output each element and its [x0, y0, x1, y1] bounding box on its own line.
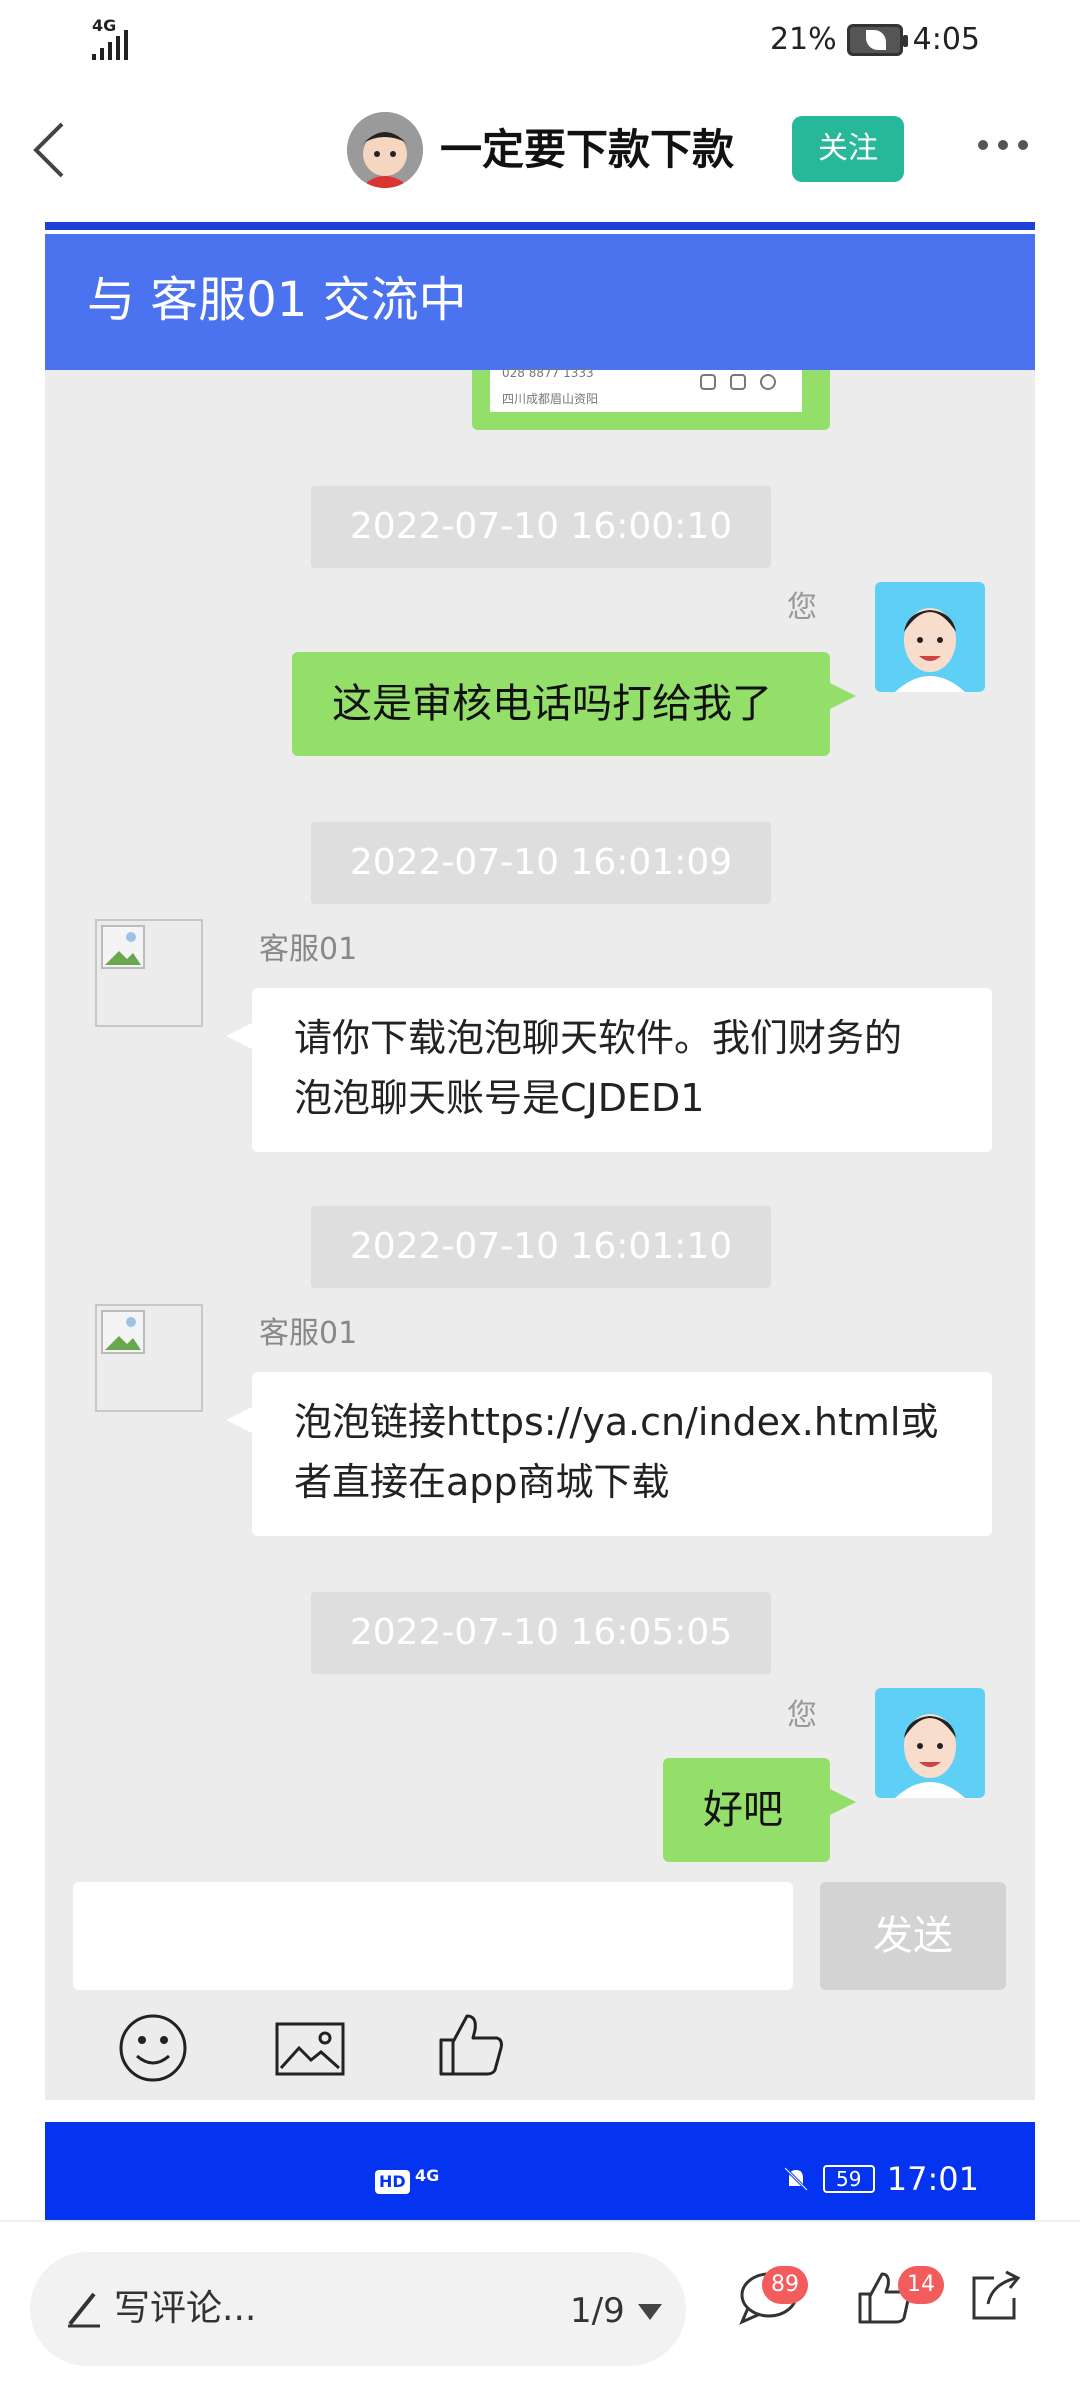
follow-button[interactable]: 关注	[792, 116, 904, 182]
outgoing-message: 好吧	[663, 1758, 856, 1862]
sender-label: 您	[787, 590, 817, 625]
share-icon[interactable]	[968, 2268, 1024, 2324]
dropdown-caret-icon[interactable]	[638, 2304, 662, 2320]
mute-bell-icon	[783, 2166, 808, 2192]
author-name[interactable]: 一定要下款下款	[440, 122, 734, 178]
inner-clock: 17:01	[886, 2160, 979, 2198]
author-avatar[interactable]	[347, 112, 423, 188]
chat-message-input[interactable]	[73, 1882, 793, 1990]
image-icon[interactable]	[275, 2022, 345, 2076]
agent-name: 客服01	[259, 1316, 358, 1351]
emoji-icon[interactable]	[117, 2012, 189, 2084]
chat-icon	[760, 374, 776, 390]
signal-indicator: 4G	[92, 18, 128, 60]
inner-status-bar: HD 4G 59 17:01	[45, 2122, 1035, 2220]
back-arrow-icon[interactable]	[28, 120, 74, 180]
send-button[interactable]: 发送	[820, 1882, 1006, 1990]
agent-name: 客服01	[259, 932, 358, 967]
user-avatar	[875, 582, 985, 692]
incoming-message: 泡泡链接https://ya.cn/index.html或 者直接在app商城下…	[226, 1372, 992, 1536]
incoming-message: 请你下载泡泡聊天软件。我们财务的 泡泡聊天账号是CJDED1	[226, 988, 992, 1152]
bottom-action-bar: 写评论... 1/9 89 14	[0, 2220, 1080, 2400]
like-count-badge: 14	[898, 2266, 944, 2304]
outgoing-message: 这是审核电话吗打给我了	[292, 652, 856, 756]
phone-icon	[700, 374, 716, 390]
business-card-message: 028 8877 1333 四川成都眉山资阳	[472, 366, 830, 430]
sender-label: 您	[787, 1698, 817, 1733]
timestamp: 2022-07-10 16:01:09	[311, 822, 771, 904]
comment-placeholder: 写评论...	[114, 2288, 257, 2329]
status-right: 21% 4:05	[770, 22, 980, 58]
post-header: 一定要下款下款 关注	[0, 80, 1080, 220]
battery-percent: 21%	[769, 22, 837, 57]
card-phone: 028 8877 1333	[502, 366, 594, 380]
inner-network: 4G	[415, 2166, 440, 2185]
user-avatar	[875, 1688, 985, 1798]
hd-badge: HD	[375, 2170, 410, 2194]
comment-count-badge: 89	[762, 2266, 808, 2304]
timestamp: 2022-07-10 16:00:10	[311, 486, 771, 568]
pen-icon	[68, 2292, 100, 2328]
chat-header: 与 客服01 交流中	[45, 234, 1035, 370]
inner-battery: 59	[822, 2165, 875, 2193]
thumbs-up-icon[interactable]	[435, 2008, 507, 2080]
clock: 4:05	[912, 22, 980, 57]
status-bar: 4G 21% 4:05	[0, 0, 1080, 80]
timestamp: 2022-07-10 16:05:05	[311, 1592, 771, 1674]
page-indicator[interactable]: 1/9	[570, 2286, 625, 2336]
more-options-icon[interactable]	[978, 140, 1034, 160]
broken-image-icon	[101, 925, 145, 969]
agent-avatar	[95, 1304, 203, 1412]
comment-input[interactable]: 写评论... 1/9	[30, 2252, 686, 2366]
video-icon	[730, 374, 746, 390]
signal-icon	[92, 30, 128, 60]
battery-icon	[846, 24, 908, 56]
broken-image-icon	[101, 1310, 145, 1354]
agent-avatar	[95, 919, 203, 1027]
chat-screenshot-image[interactable]: 与 客服01 交流中 028 8877 1333 四川成都眉山资阳 2022-0…	[45, 222, 1035, 2220]
card-address: 四川成都眉山资阳	[502, 392, 599, 406]
chat-title: 与 客服01 交流中	[87, 272, 467, 328]
timestamp: 2022-07-10 16:01:10	[311, 1206, 771, 1288]
